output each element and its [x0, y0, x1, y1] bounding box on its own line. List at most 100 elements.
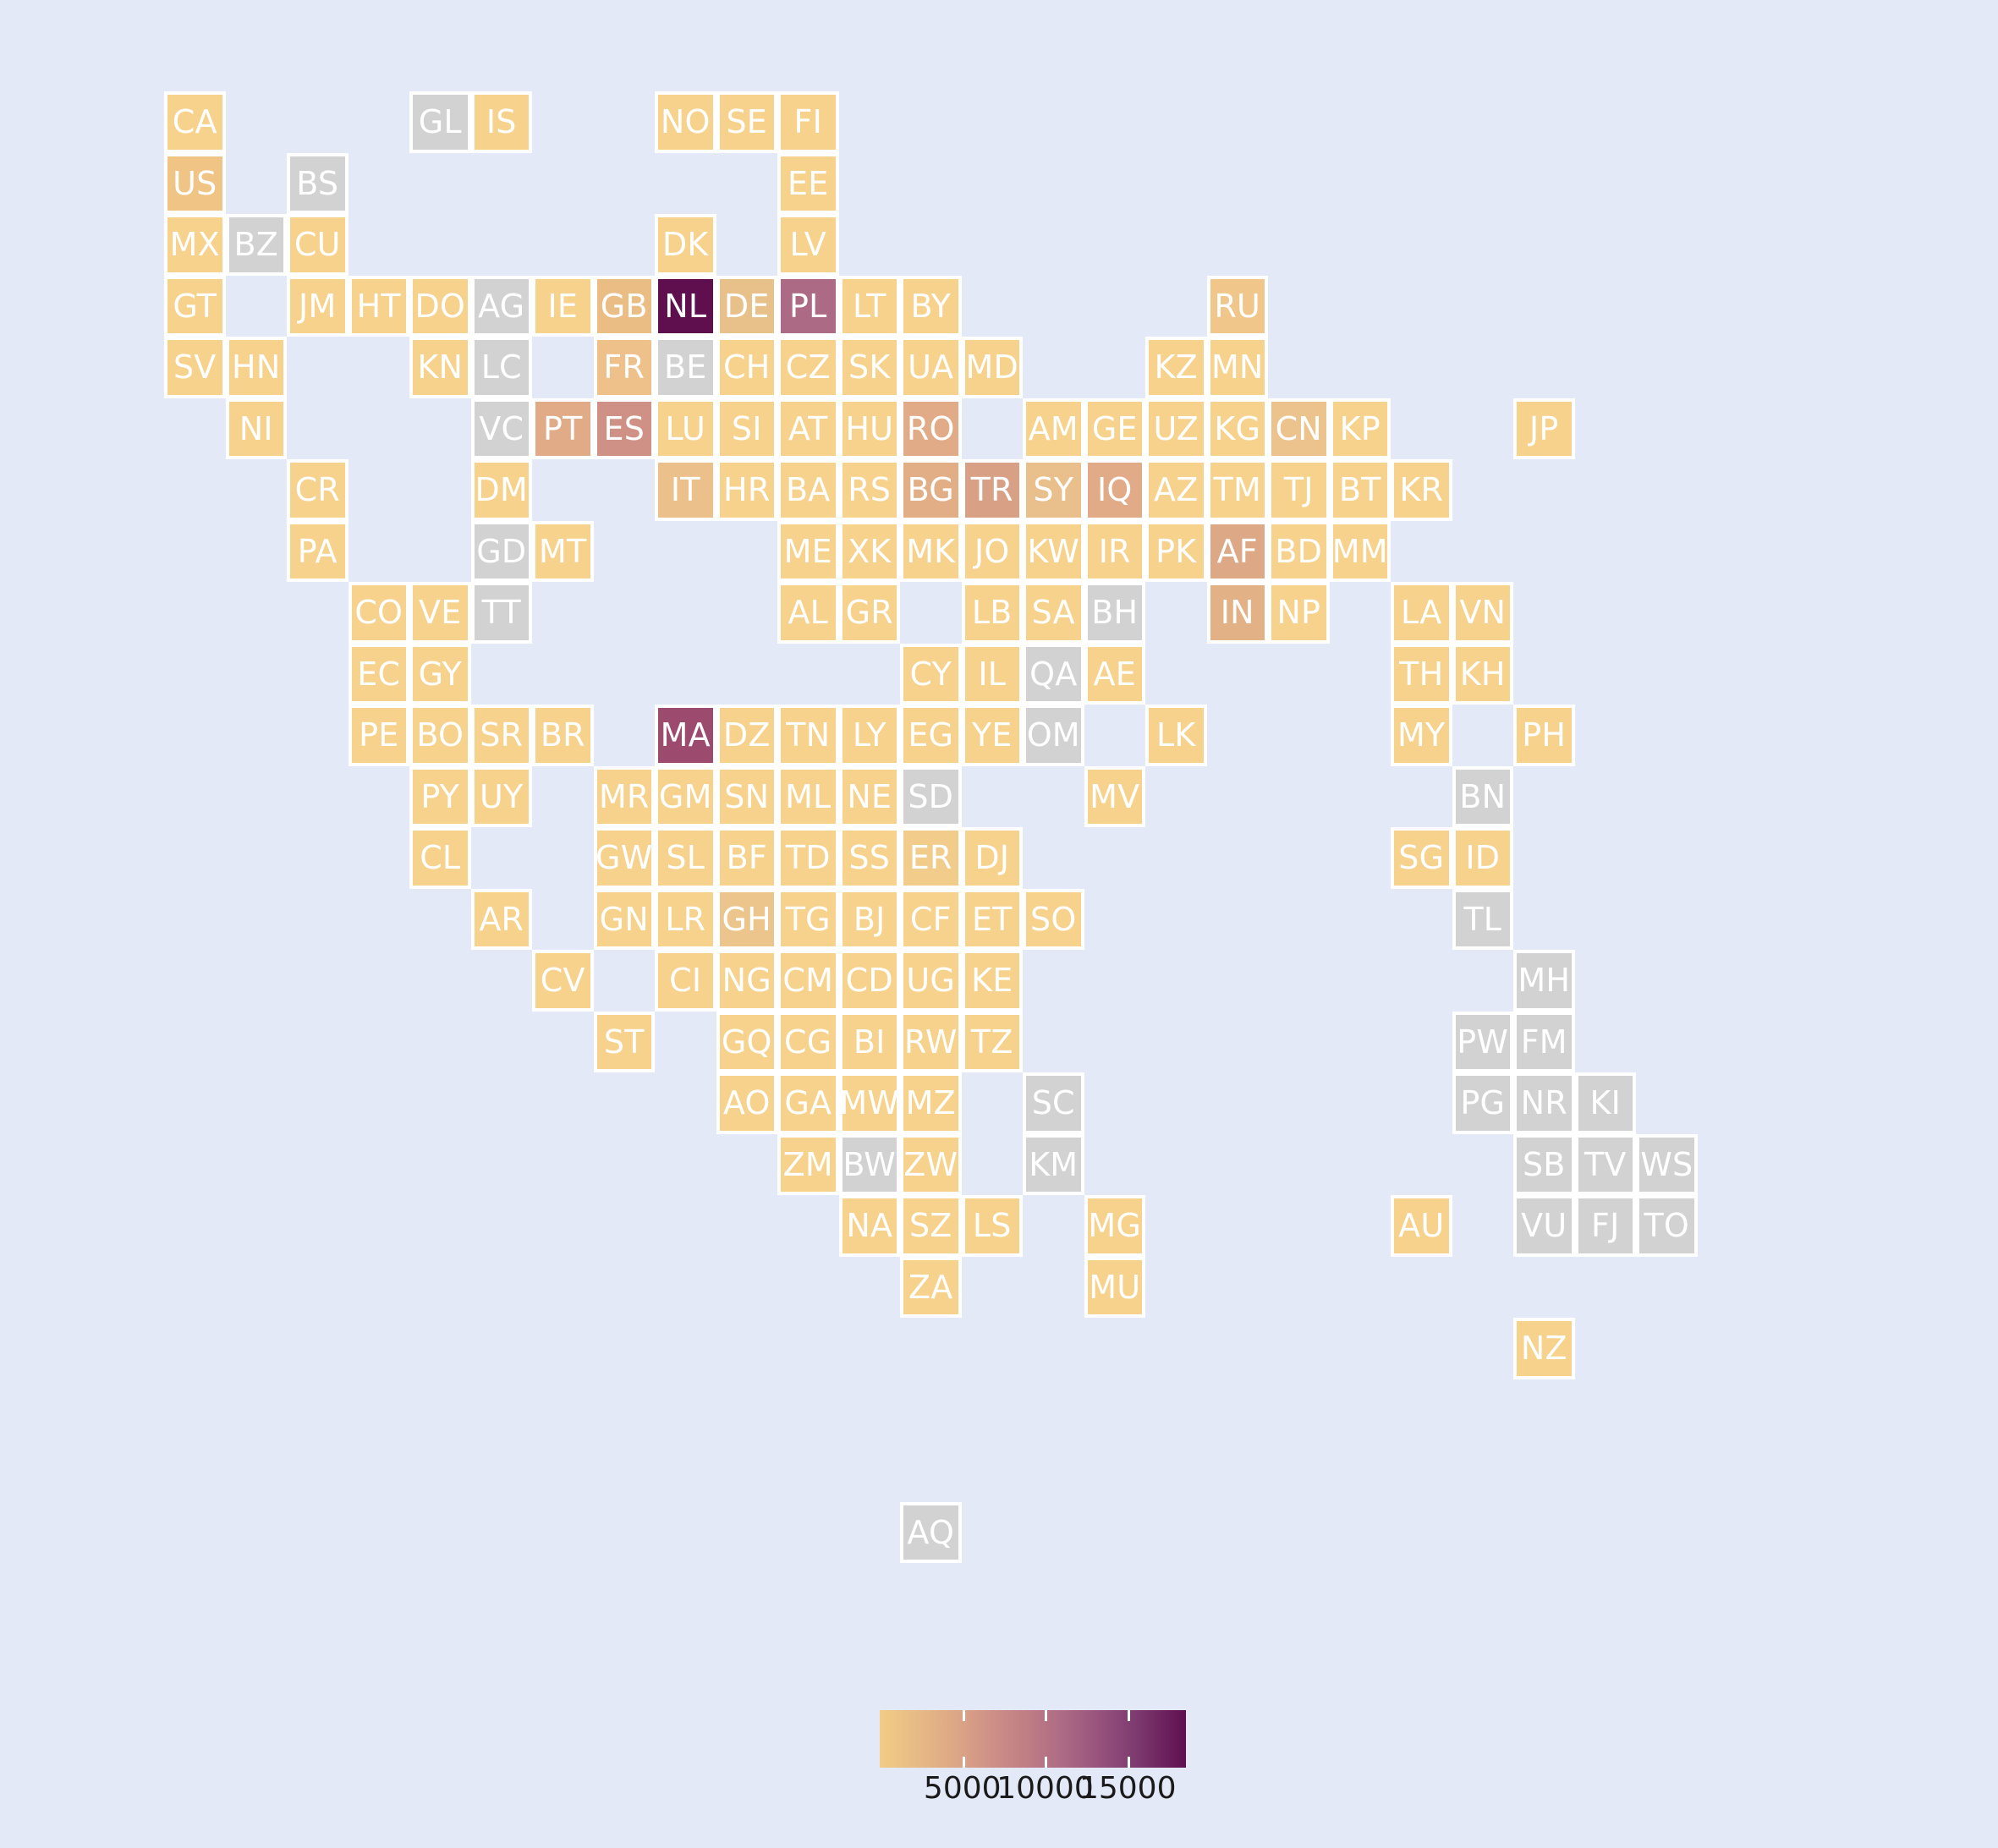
tile-kr[interactable]: KR [1391, 459, 1452, 521]
tile-pa[interactable]: PA [287, 520, 349, 582]
tile-dk[interactable]: DK [655, 214, 716, 276]
tile-ag[interactable]: AG [470, 275, 532, 337]
tile-bg[interactable]: BG [900, 459, 962, 521]
tile-be[interactable]: BE [655, 337, 716, 398]
tile-gb[interactable]: GB [593, 275, 655, 337]
tile-pw[interactable]: PW [1452, 1011, 1513, 1072]
tile-ht[interactable]: HT [348, 275, 409, 337]
tile-kw[interactable]: KW [1023, 520, 1084, 582]
tile-gy[interactable]: GY [409, 643, 471, 705]
tile-ir[interactable]: IR [1084, 520, 1145, 582]
tile-tj[interactable]: TJ [1268, 459, 1330, 521]
tile-cv[interactable]: CV [532, 950, 594, 1012]
tile-pt[interactable]: PT [532, 398, 594, 459]
tile-rs[interactable]: RS [838, 459, 900, 521]
tile-ug[interactable]: UG [900, 950, 962, 1012]
tile-hn[interactable]: HN [225, 337, 287, 398]
tile-kn[interactable]: KN [409, 337, 471, 398]
tile-uy[interactable]: UY [470, 765, 532, 827]
tile-ch[interactable]: CH [716, 337, 777, 398]
tile-ge[interactable]: GE [1084, 398, 1145, 459]
tile-kz[interactable]: KZ [1145, 337, 1207, 398]
tile-us[interactable]: US [164, 152, 226, 214]
tile-is[interactable]: IS [470, 91, 532, 153]
tile-ro[interactable]: RO [900, 398, 962, 459]
tile-bt[interactable]: BT [1329, 459, 1391, 521]
tile-ee[interactable]: EE [777, 152, 839, 214]
tile-cf[interactable]: CF [900, 888, 962, 950]
tile-uz[interactable]: UZ [1145, 398, 1207, 459]
tile-al[interactable]: AL [777, 582, 839, 644]
tile-ua[interactable]: UA [900, 337, 962, 398]
tile-fi[interactable]: FI [777, 91, 839, 153]
tile-mn[interactable]: MN [1206, 337, 1268, 398]
tile-ly[interactable]: LY [838, 705, 900, 766]
tile-gt[interactable]: GT [164, 275, 226, 337]
tile-bn[interactable]: BN [1452, 765, 1513, 827]
tile-np[interactable]: NP [1268, 582, 1330, 644]
tile-cz[interactable]: CZ [777, 337, 839, 398]
tile-bo[interactable]: BO [409, 705, 471, 766]
tile-sb[interactable]: SB [1513, 1133, 1575, 1195]
tile-ls[interactable]: LS [961, 1195, 1023, 1257]
tile-gm[interactable]: GM [655, 765, 716, 827]
tile-tl[interactable]: TL [1452, 888, 1513, 950]
tile-lt[interactable]: LT [838, 275, 900, 337]
tile-ae[interactable]: AE [1084, 643, 1145, 705]
tile-ng[interactable]: NG [716, 950, 777, 1012]
tile-td[interactable]: TD [777, 827, 839, 889]
tile-il[interactable]: IL [961, 643, 1023, 705]
tile-it[interactable]: IT [655, 459, 716, 521]
tile-fm[interactable]: FM [1513, 1011, 1575, 1072]
tile-th[interactable]: TH [1391, 643, 1452, 705]
tile-nr[interactable]: NR [1513, 1072, 1575, 1134]
tile-om[interactable]: OM [1023, 705, 1084, 766]
tile-pe[interactable]: PE [348, 705, 409, 766]
tile-mv[interactable]: MV [1084, 765, 1145, 827]
tile-tn[interactable]: TN [777, 705, 839, 766]
tile-my[interactable]: MY [1391, 705, 1452, 766]
tile-ne[interactable]: NE [838, 765, 900, 827]
tile-vc[interactable]: VC [470, 398, 532, 459]
tile-mk[interactable]: MK [900, 520, 962, 582]
tile-vn[interactable]: VN [1452, 582, 1513, 644]
tile-pg[interactable]: PG [1452, 1072, 1513, 1134]
tile-br[interactable]: BR [532, 705, 594, 766]
tile-lr[interactable]: LR [655, 888, 716, 950]
tile-km[interactable]: KM [1023, 1133, 1084, 1195]
tile-hr[interactable]: HR [716, 459, 777, 521]
tile-dj[interactable]: DJ [961, 827, 1023, 889]
tile-gl[interactable]: GL [409, 91, 471, 153]
tile-md[interactable]: MD [961, 337, 1023, 398]
tile-am[interactable]: AM [1023, 398, 1084, 459]
tile-sz[interactable]: SZ [900, 1195, 962, 1257]
tile-ke[interactable]: KE [961, 950, 1023, 1012]
tile-ca[interactable]: CA [164, 91, 226, 153]
tile-xk[interactable]: XK [838, 520, 900, 582]
tile-so[interactable]: SO [1023, 888, 1084, 950]
tile-gn[interactable]: GN [593, 888, 655, 950]
tile-si[interactable]: SI [716, 398, 777, 459]
tile-do[interactable]: DO [409, 275, 471, 337]
tile-sl[interactable]: SL [655, 827, 716, 889]
tile-bf[interactable]: BF [716, 827, 777, 889]
tile-st[interactable]: ST [593, 1011, 655, 1072]
tile-az[interactable]: AZ [1145, 459, 1207, 521]
tile-jp[interactable]: JP [1513, 398, 1575, 459]
tile-fr[interactable]: FR [593, 337, 655, 398]
tile-bi[interactable]: BI [838, 1011, 900, 1072]
tile-bz[interactable]: BZ [225, 214, 287, 276]
tile-cl[interactable]: CL [409, 827, 471, 889]
tile-sg[interactable]: SG [1391, 827, 1452, 889]
tile-bw[interactable]: BW [838, 1133, 900, 1195]
tile-gd[interactable]: GD [470, 520, 532, 582]
tile-tt[interactable]: TT [470, 582, 532, 644]
tile-gq[interactable]: GQ [716, 1011, 777, 1072]
tile-id[interactable]: ID [1452, 827, 1513, 889]
tile-tm[interactable]: TM [1206, 459, 1268, 521]
tile-de[interactable]: DE [716, 275, 777, 337]
tile-lk[interactable]: LK [1145, 705, 1207, 766]
tile-eg[interactable]: EG [900, 705, 962, 766]
tile-pk[interactable]: PK [1145, 520, 1207, 582]
tile-ve[interactable]: VE [409, 582, 471, 644]
